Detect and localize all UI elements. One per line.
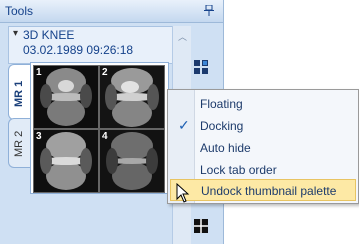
knee-mri-image [34,130,98,192]
tab-label: MR 2 [13,130,25,157]
menu-item-auto-hide[interactable]: Auto hide [170,137,356,159]
thumbnail-number: 3 [36,131,42,142]
menu-item-docking[interactable]: ✓ Docking [170,115,356,137]
knee-mri-image [100,130,164,192]
context-menu: Floating ✓ Docking Auto hide Lock tab or… [167,89,359,204]
thumbnail-number: 4 [102,131,108,142]
thumbnail-number: 1 [36,67,42,78]
menu-item-lock-tab-order[interactable]: Lock tab order [170,159,356,181]
series-datetime: 03.02.1989 09:26:18 [23,43,134,57]
series-header[interactable]: ▾ 3D KNEE 03.02.1989 09:26:18 [8,26,173,64]
thumbnail-image[interactable]: 3 [33,129,99,193]
menu-item-label: Floating [200,97,243,111]
menu-item-undock-thumbnail-palette[interactable]: Undock thumbnail palette [170,179,356,201]
menu-item-label: Lock tab order [200,163,277,177]
tab-mr-2[interactable]: MR 2 [8,118,31,168]
menu-item-floating[interactable]: Floating [170,93,356,115]
thumbnail-image[interactable]: 4 [99,129,165,193]
panel-title: Tools [5,4,34,18]
panel-titlebar[interactable]: Tools [0,0,223,23]
mouse-pointer-icon [176,182,190,208]
thumbnail-grid: 1 2 3 4 [30,62,169,194]
thumbnail-image[interactable]: 2 [99,65,165,129]
chevron-down-icon[interactable]: ▾ [13,28,18,39]
scroll-up-arrow-icon[interactable]: ︿ [178,30,187,43]
tab-label: MR 1 [13,80,25,107]
pin-icon[interactable] [204,4,214,19]
knee-mri-image [34,66,98,128]
layout-grid-icon[interactable] [194,60,208,74]
thumbnail-image[interactable]: 1 [33,65,99,129]
menu-item-label: Docking [200,119,244,133]
knee-mri-image [100,66,164,128]
checkmark-icon: ✓ [178,117,190,133]
tab-mr-1[interactable]: MR 1 [8,64,31,120]
layout-split-icon[interactable] [194,219,208,233]
thumbnail-number: 2 [102,67,108,78]
menu-item-label: Auto hide [200,141,251,155]
series-name: 3D KNEE [23,28,75,42]
menu-item-label: Undock thumbnail palette [201,184,337,198]
